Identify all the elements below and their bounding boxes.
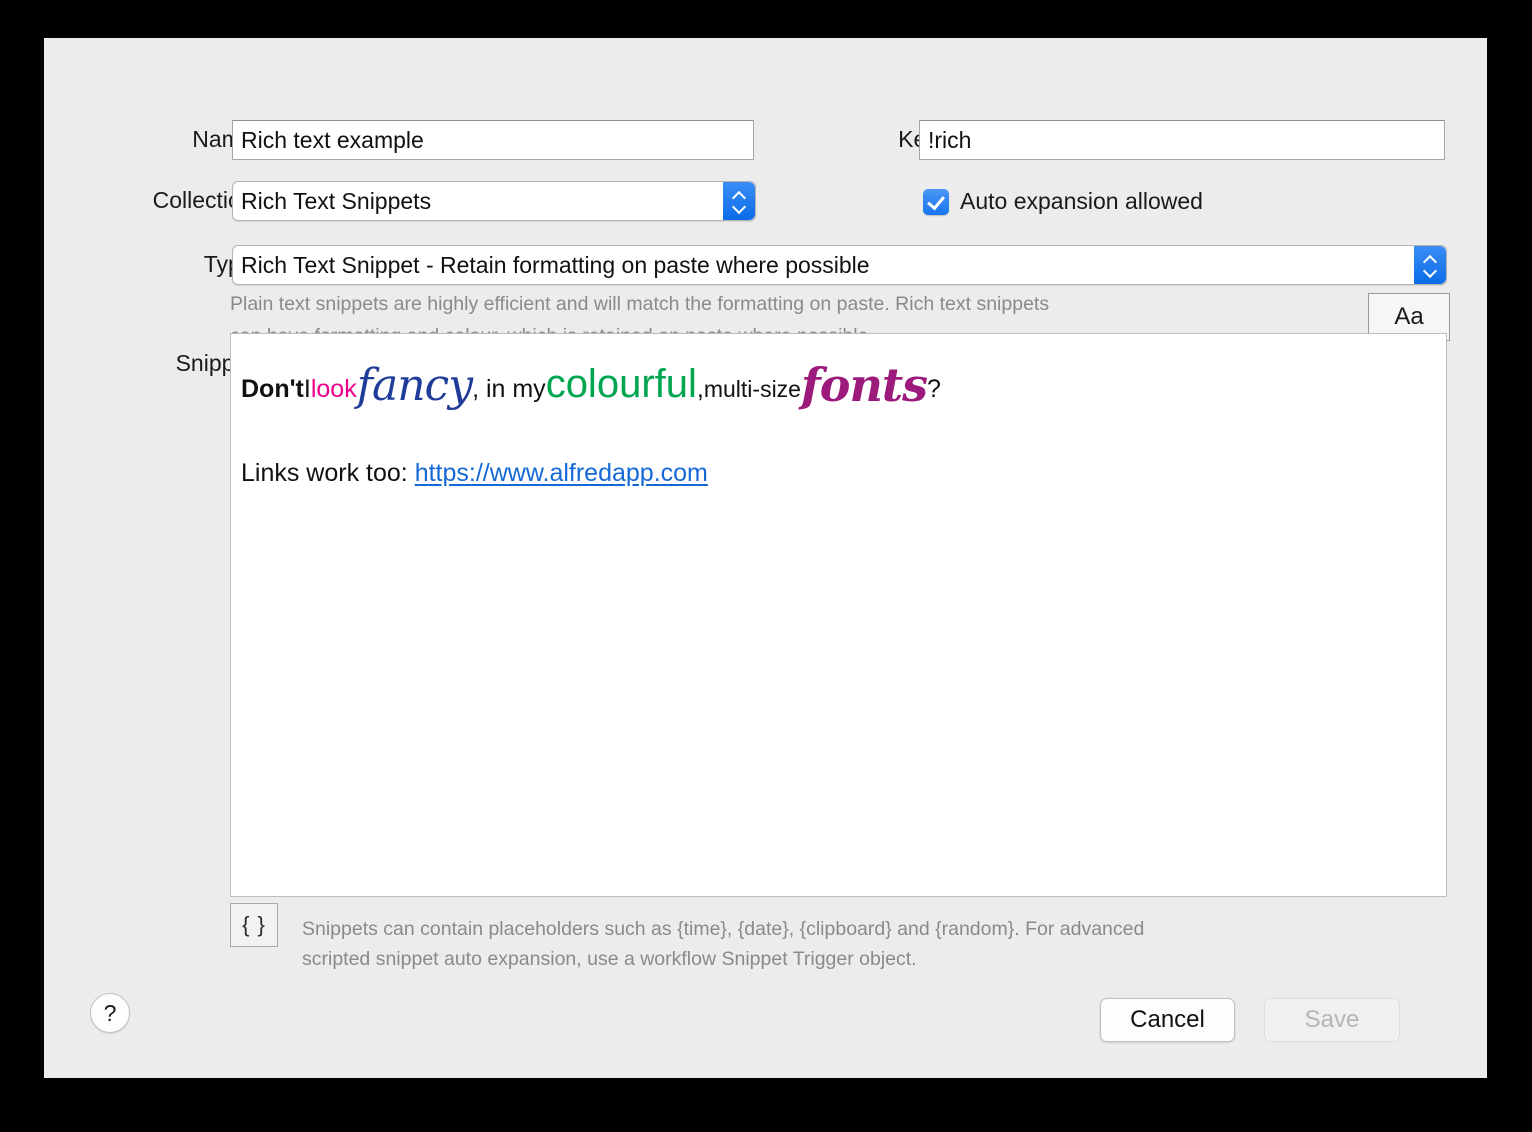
auto-expansion-checkbox-row[interactable]: Auto expansion allowed	[923, 188, 1203, 215]
chevron-up-icon	[1424, 256, 1437, 263]
chevron-down-icon	[733, 204, 746, 211]
snippet-link[interactable]: https://www.alfredapp.com	[415, 459, 708, 487]
snippet-word-colourful: colourful	[546, 364, 697, 404]
snippet-text-question: ?	[927, 377, 941, 402]
snippet-text-editor[interactable]: Don't I look fancy , in my colourful , m…	[230, 333, 1447, 897]
help-button[interactable]: ?	[90, 993, 130, 1033]
snippet-text-comma2: ,	[697, 377, 704, 402]
collection-stepper[interactable]	[723, 182, 755, 220]
placeholder-insert-button[interactable]: { }	[230, 903, 278, 947]
snippet-line-1: Don't I look fancy , in my colourful , m…	[241, 364, 1446, 404]
snippet-text-inmy: , in my	[472, 377, 546, 402]
collection-select-value: Rich Text Snippets	[241, 188, 431, 215]
cancel-button[interactable]: Cancel	[1100, 998, 1235, 1042]
snippet-content: Don't I look fancy , in my colourful , m…	[231, 334, 1446, 488]
chevron-down-icon	[1424, 268, 1437, 275]
placeholder-footnote-line-1: Snippets can contain placeholders such a…	[302, 914, 1402, 944]
placeholder-footnote-line-2: scripted snippet auto expansion, use a w…	[302, 944, 1402, 974]
type-select-value: Rich Text Snippet - Retain formatting on…	[241, 252, 870, 279]
snippet-word-dont: Don't	[241, 377, 304, 402]
placeholder-footnote: Snippets can contain placeholders such a…	[302, 914, 1402, 974]
type-stepper[interactable]	[1414, 246, 1446, 284]
snippet-editor-window: Name: Rich text example Keyword: !rich C…	[44, 38, 1487, 1078]
type-select[interactable]: Rich Text Snippet - Retain formatting on…	[232, 245, 1447, 285]
collection-select[interactable]: Rich Text Snippets	[232, 181, 756, 221]
snippet-word-fancy: fancy	[357, 371, 472, 402]
snippet-word-fonts: fonts	[801, 369, 927, 401]
snippet-links-prefix: Links work too:	[241, 459, 415, 487]
save-button[interactable]: Save	[1264, 998, 1400, 1042]
chevron-up-icon	[733, 192, 746, 199]
snippet-line-2: Links work too: https://www.alfredapp.co…	[241, 459, 1446, 488]
snippet-word-i: I	[304, 377, 311, 402]
auto-expansion-checkbox[interactable]	[923, 189, 949, 215]
auto-expansion-label: Auto expansion allowed	[960, 188, 1203, 215]
snippet-word-multisize: multi-size	[704, 378, 801, 401]
snippet-word-look: look	[311, 377, 357, 402]
keyword-input[interactable]: !rich	[919, 120, 1445, 160]
type-description-line-1: Plain text snippets are highly efficient…	[230, 288, 1330, 320]
